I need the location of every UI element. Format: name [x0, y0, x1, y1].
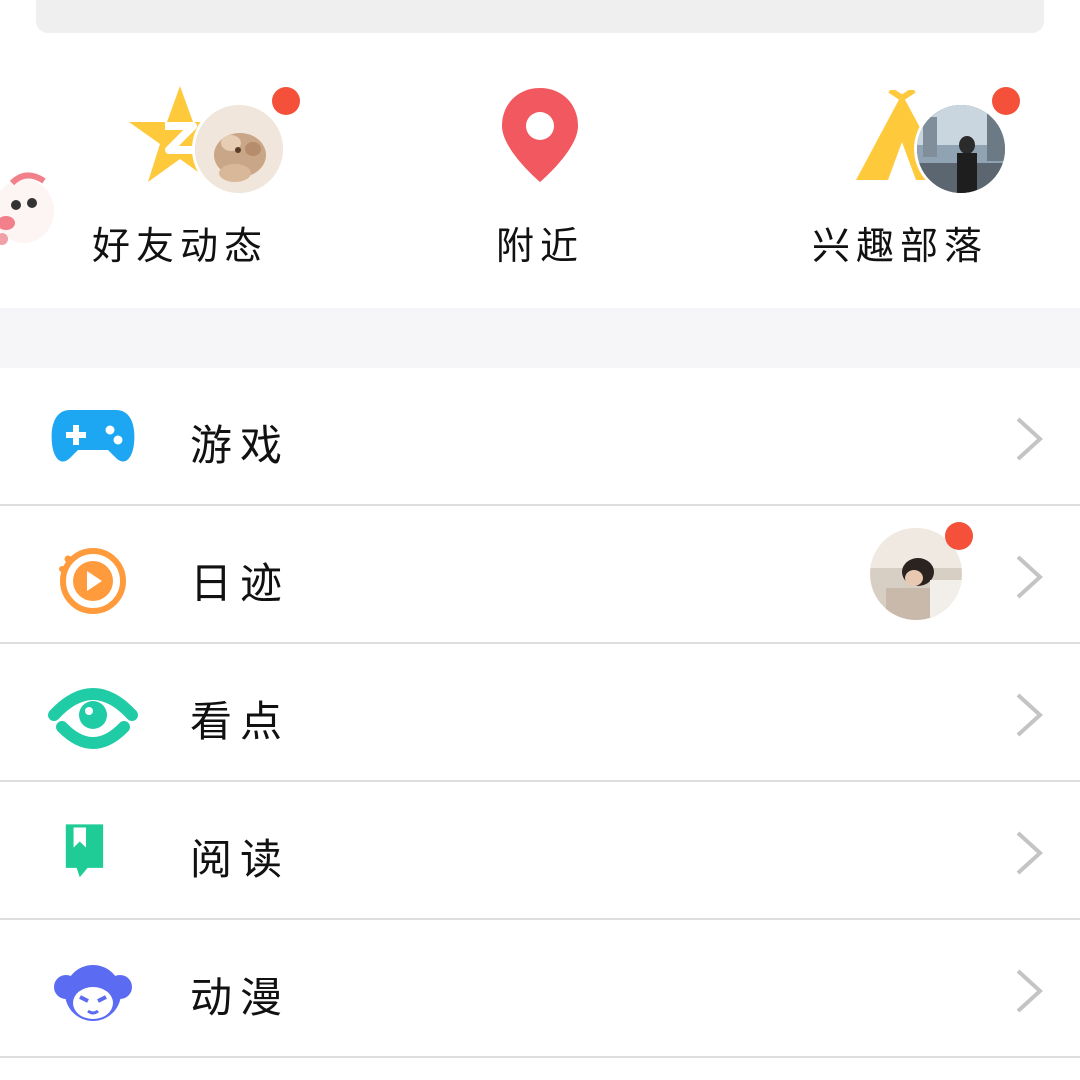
mascot-sticker: [0, 172, 54, 245]
gamepad-icon: [51, 410, 135, 462]
menu-list: 游戏 日迹 看点 阅读 动漫: [0, 368, 1080, 1058]
shortcut-label: 兴趣部落: [811, 224, 988, 268]
menu-item-label: 阅读: [190, 835, 291, 884]
eye-icon: [48, 688, 138, 749]
notification-badge: [945, 522, 973, 550]
menu-item-games[interactable]: 游戏: [0, 368, 1080, 506]
notification-badge: [272, 87, 300, 115]
chevron-right-icon: [1016, 693, 1043, 737]
chevron-right-icon: [1016, 969, 1043, 1013]
anime-face-icon: [54, 965, 132, 1021]
shortcut-grid: 好友动态 附近 兴趣部落: [0, 40, 1080, 308]
chevron-right-icon: [1016, 831, 1043, 875]
bookmark-icon: [65, 824, 104, 878]
menu-item-anime[interactable]: 动漫: [0, 920, 1080, 1058]
menu-item-label: 看点: [190, 697, 291, 746]
menu-item-label: 游戏: [190, 421, 291, 470]
menu-item-label: 动漫: [190, 973, 291, 1022]
menu-item-highlights[interactable]: 看点: [0, 644, 1080, 782]
location-pin-icon: [502, 88, 578, 182]
play-circle-icon: [59, 548, 126, 614]
menu-item-daily-moments[interactable]: 日迹: [0, 506, 1080, 644]
tribe-avatar: [914, 102, 1008, 196]
menu-item-label: 日迹: [190, 559, 291, 608]
friend-avatar: [192, 102, 286, 196]
shortcut-friends-feed[interactable]: 好友动态: [50, 40, 310, 280]
section-divider: [0, 308, 1080, 368]
chevron-right-icon: [1016, 417, 1043, 461]
menu-item-reading[interactable]: 阅读: [0, 782, 1080, 920]
search-bar[interactable]: [36, 0, 1044, 33]
shortcut-label: 好友动态: [91, 224, 268, 268]
shortcut-label: 附近: [495, 224, 584, 268]
shortcut-interest-tribe[interactable]: 兴趣部落: [770, 40, 1030, 280]
notification-badge: [992, 87, 1020, 115]
chevron-right-icon: [1016, 555, 1043, 599]
shortcut-nearby[interactable]: 附近: [410, 40, 670, 280]
